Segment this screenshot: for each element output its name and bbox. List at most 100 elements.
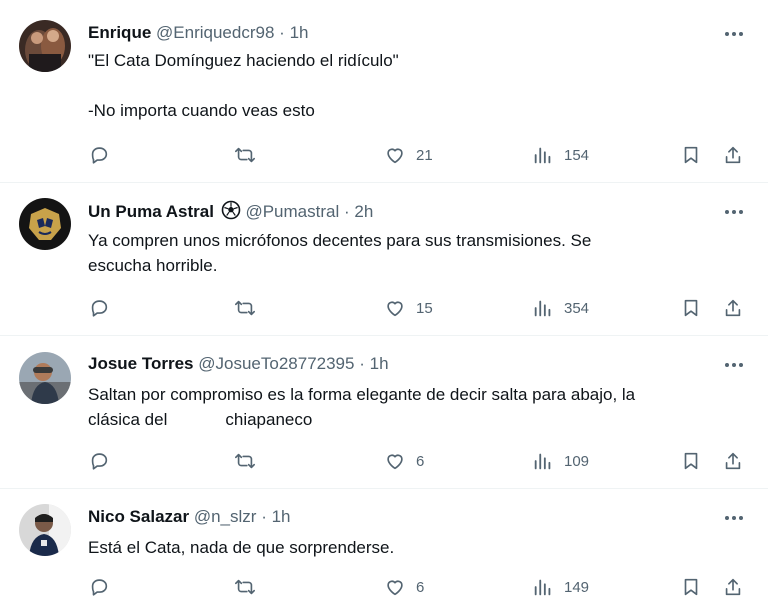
avatar[interactable]	[19, 352, 71, 404]
tweet-josue-torres[interactable]: Josue Torres @JosueTo28772395 · 1h Salta…	[0, 336, 768, 489]
bookmark-button[interactable]	[680, 296, 702, 320]
like-count: 6	[416, 452, 425, 470]
timestamp[interactable]: 2h	[354, 202, 373, 221]
like-count: 6	[416, 578, 425, 596]
more-horizontal-icon[interactable]	[724, 202, 744, 222]
soccer-ball-icon	[221, 200, 241, 226]
more-horizontal-icon[interactable]	[724, 24, 744, 44]
more-horizontal-icon[interactable]	[724, 355, 744, 375]
timestamp[interactable]: 1h	[272, 507, 291, 526]
reply-icon	[91, 300, 108, 317]
retweet-icon	[235, 579, 255, 595]
timestamp[interactable]: 1h	[370, 354, 389, 373]
text-line: "El Cata Domínguez haciendo el ridículo"	[88, 51, 399, 70]
text-line: Ya compren unos micrófonos decentes para…	[88, 231, 592, 250]
tweet-un-puma-astral[interactable]: Un Puma Astral @Pumastral · 2h Ya compre…	[0, 183, 768, 336]
reply-button[interactable]	[88, 575, 110, 599]
user-handle[interactable]: @Enriquedcr98	[156, 23, 274, 42]
bookmark-icon	[684, 299, 698, 317]
text-fragment: clásica del	[88, 410, 168, 429]
display-name[interactable]: Josue Torres	[88, 354, 194, 373]
more-horizontal-icon[interactable]	[724, 508, 744, 528]
bookmark-button[interactable]	[680, 449, 702, 473]
user-handle[interactable]: @Pumastral	[245, 202, 339, 221]
bookmark-button[interactable]	[680, 143, 702, 167]
tweet-actions: 6 149	[88, 575, 748, 599]
share-button[interactable]	[722, 575, 744, 599]
tweet-nico-salazar[interactable]: Nico Salazar @n_slzr · 1h Está el Cata, …	[0, 489, 768, 609]
heart-icon	[387, 301, 403, 317]
view-count: 109	[564, 452, 590, 470]
analytics-icon	[534, 453, 551, 470]
retweet-icon	[235, 300, 255, 316]
user-handle[interactable]: @JosueTo28772395	[198, 354, 354, 373]
view-count: 154	[564, 146, 590, 164]
like-button[interactable]: 15	[384, 296, 433, 320]
share-button[interactable]	[722, 296, 744, 320]
reply-feed: Enrique @Enriquedcr98 · 1h "El Cata Domí…	[0, 0, 768, 609]
display-name[interactable]: Nico Salazar	[88, 507, 189, 526]
share-button[interactable]	[722, 449, 744, 473]
views-button[interactable]: 109	[532, 449, 589, 473]
bookmark-icon	[684, 578, 698, 596]
user-handle[interactable]: @n_slzr	[194, 507, 257, 526]
display-name[interactable]: Un Puma Astral	[88, 202, 214, 221]
text-line: Saltan por compromiso es la forma elegan…	[88, 385, 636, 404]
retweet-icon	[235, 453, 255, 469]
analytics-icon	[534, 300, 551, 317]
heart-icon	[387, 580, 403, 596]
tweet-header: Enrique @Enriquedcr98 · 1h	[88, 22, 308, 44]
views-button[interactable]: 149	[532, 575, 589, 599]
like-button[interactable]: 21	[384, 143, 433, 167]
share-button[interactable]	[722, 143, 744, 167]
retweet-button[interactable]	[234, 296, 256, 320]
like-button[interactable]: 6	[384, 575, 424, 599]
reply-button[interactable]	[88, 449, 110, 473]
tweet-text: Saltan por compromiso es la forma elegan…	[88, 382, 728, 432]
analytics-icon	[534, 579, 551, 596]
heart-icon	[387, 454, 403, 470]
views-button[interactable]: 154	[532, 143, 589, 167]
tweet-header: Josue Torres @JosueTo28772395 · 1h	[88, 353, 389, 375]
tweet-actions: 15 354	[88, 296, 748, 320]
separator-dot: ·	[359, 354, 365, 373]
bookmark-icon	[684, 146, 698, 164]
text-line: Está el Cata, nada de que sorprenderse.	[88, 538, 395, 557]
reply-button[interactable]	[88, 296, 110, 320]
avatar[interactable]	[19, 198, 71, 250]
reply-icon	[91, 147, 108, 164]
tweet-enrique[interactable]: Enrique @Enriquedcr98 · 1h "El Cata Domí…	[0, 0, 768, 183]
retweet-button[interactable]	[234, 575, 256, 599]
share-icon	[725, 146, 741, 164]
analytics-icon	[534, 147, 551, 164]
view-count: 149	[564, 578, 590, 596]
retweet-button[interactable]	[234, 449, 256, 473]
text-line: clásica del chiapaneco	[88, 407, 728, 432]
bookmark-button[interactable]	[680, 575, 702, 599]
text-line	[88, 73, 728, 98]
share-icon	[725, 578, 741, 596]
share-icon	[725, 452, 741, 470]
separator-dot: ·	[279, 23, 285, 42]
heart-icon	[387, 148, 403, 164]
reply-icon	[91, 579, 108, 596]
retweet-button[interactable]	[234, 143, 256, 167]
timestamp[interactable]: 1h	[290, 23, 309, 42]
text-line: -No importa cuando veas esto	[88, 101, 315, 120]
view-count: 354	[564, 299, 590, 317]
reply-button[interactable]	[88, 143, 110, 167]
display-name[interactable]: Enrique	[88, 23, 151, 42]
separator-dot: ·	[261, 507, 267, 526]
bookmark-icon	[684, 452, 698, 470]
separator-dot: ·	[343, 202, 350, 221]
tweet-text: "El Cata Domínguez haciendo el ridículo"…	[88, 48, 728, 123]
retweet-icon	[235, 147, 255, 163]
reply-icon	[91, 453, 108, 470]
avatar[interactable]	[19, 504, 71, 556]
views-button[interactable]: 354	[532, 296, 589, 320]
like-button[interactable]: 6	[384, 449, 424, 473]
tweet-actions: 21 154	[88, 143, 748, 167]
text-line: escucha horrible.	[88, 256, 218, 275]
avatar[interactable]	[19, 20, 71, 72]
tweet-text: Ya compren unos micrófonos decentes para…	[88, 228, 728, 278]
